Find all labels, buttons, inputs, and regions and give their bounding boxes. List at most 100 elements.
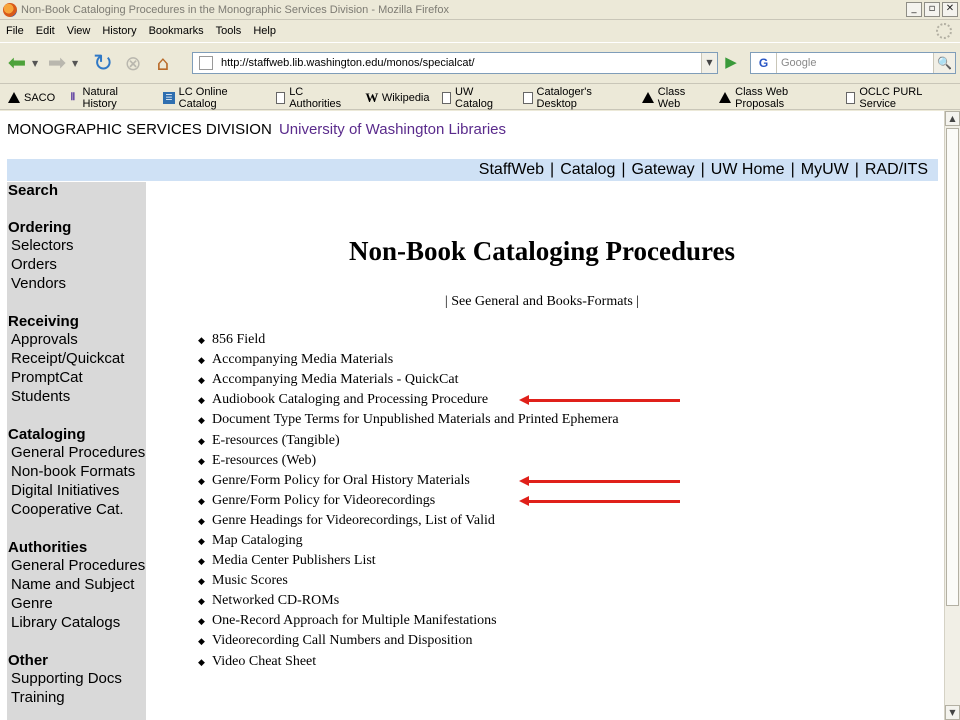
library-link[interactable]: University of Washington Libraries [279,121,506,138]
sidebar-heading-cataloging[interactable]: Cataloging [7,426,146,443]
bullet-icon: ◆ [198,395,205,406]
scrollbar-thumb[interactable] [946,128,959,606]
sidebar-item-approvals[interactable]: Approvals [7,330,146,349]
sidebar-group-search: Search [7,182,146,199]
topnav-link-staffweb[interactable]: StaffWeb [479,161,544,179]
bookmark-label: LC Authorities [289,85,342,110]
home-icon[interactable]: ⌂ [148,48,178,78]
triangle-icon [719,92,732,104]
wikipedia-icon: W [365,89,379,105]
sidebar-item-training[interactable]: Training [7,688,146,707]
procedure-link-e-resources-web[interactable]: E-resources (Web) [212,451,316,471]
procedure-link-genre-headings-for-videorecordings-list-of-valid[interactable]: Genre Headings for Videorecordings, List… [212,511,495,531]
search-input[interactable]: Google [781,57,816,69]
vertical-scrollbar[interactable]: ▲ ▼ [944,111,960,720]
procedure-link-video-cheat-sheet[interactable]: Video Cheat Sheet [212,652,316,672]
sidebar-item-genre[interactable]: Genre [7,594,146,613]
bookmark-uw-catalog[interactable]: UW Catalog [441,86,511,110]
scroll-down-arrow-icon[interactable]: ▼ [945,705,960,720]
google-engine-icon[interactable]: G [751,53,777,73]
topnav-link-rad-its[interactable]: RAD/ITS [865,161,928,179]
search-magnifier-icon[interactable]: 🔍 [933,53,955,73]
bookmark-label: Class Web Proposals [735,85,789,110]
procedure-link-856-field[interactable]: 856 Field [212,330,265,350]
topnav-link-uw-home[interactable]: UW Home [711,161,785,179]
maximize-button[interactable]: ▫ [924,2,940,17]
menu-edit[interactable]: Edit [30,25,61,37]
sidebar-item-vendors[interactable]: Vendors [7,274,146,293]
bookmark-class-web[interactable]: Class Web [641,86,707,110]
forward-history-dropdown-icon[interactable]: ▼ [72,59,82,68]
procedure-link-e-resources-tangible[interactable]: E-resources (Tangible) [212,431,340,451]
topnav-link-myuw[interactable]: MyUW [801,161,849,179]
navigation-toolbar: ⬅ ▼ ➡ ▼ ↻ ⊗ ⌂ http://staffweb.lib.washin… [0,42,960,84]
sidebar-heading-receiving[interactable]: Receiving [7,313,146,330]
sidebar-heading-other[interactable]: Other [7,652,146,669]
topnav-link-gateway[interactable]: Gateway [632,161,695,179]
back-arrow-icon[interactable]: ⬅ [2,48,32,78]
sidebar-item-students[interactable]: Students [7,387,146,406]
search-box[interactable]: G Google 🔍 [750,52,956,74]
sidebar-heading-ordering[interactable]: Ordering [7,219,146,236]
bookmark-natural-history[interactable]: Ⅱ Natural History [67,86,151,110]
procedure-link-music-scores[interactable]: Music Scores [212,571,288,591]
page-icon [441,91,452,104]
page-icon [275,91,286,104]
sidebar-heading-authorities[interactable]: Authorities [7,539,146,556]
sidebar-item-promptcat[interactable]: PromptCat [7,368,146,387]
red-arrow-icon [519,395,680,406]
sidebar-item-orders[interactable]: Orders [7,255,146,274]
sidebar-group-ordering: Ordering Selectors Orders Vendors [7,219,146,293]
sidebar-item-general-procedures[interactable]: General Procedures [7,443,146,462]
sidebar-item-selectors[interactable]: Selectors [7,236,146,255]
sidebar-item-non-book-formats[interactable]: Non-book Formats [7,462,146,481]
procedure-link-genre-form-policy-for-oral-history-materials[interactable]: Genre/Form Policy for Oral History Mater… [212,471,470,491]
menu-bookmarks[interactable]: Bookmarks [143,25,210,37]
bookmark-saco[interactable]: SACO [8,92,55,104]
sidebar-item-cooperative-cat[interactable]: Cooperative Cat. [7,500,146,519]
menu-history[interactable]: History [96,25,142,37]
sidebar-item-library-catalogs[interactable]: Library Catalogs [7,613,146,632]
see-general-link[interactable]: | See General and Books-Formats | [146,294,938,310]
menu-file[interactable]: File [0,25,30,37]
back-history-dropdown-icon[interactable]: ▼ [32,59,42,68]
url-history-dropdown-icon[interactable]: ▼ [701,53,717,73]
url-bar[interactable]: http://staffweb.lib.washington.edu/monos… [192,52,718,74]
bullet-icon: ◆ [198,355,205,366]
menu-help[interactable]: Help [247,25,282,37]
forward-arrow-icon[interactable]: ➡ [42,48,72,78]
bookmark-lc-online-catalog[interactable]: ☰ LC Online Catalog [163,86,263,110]
reload-icon[interactable]: ↻ [88,48,118,78]
url-text[interactable]: http://staffweb.lib.washington.edu/monos… [221,57,475,69]
procedure-link-accompanying-media-materials[interactable]: Accompanying Media Materials [212,350,393,370]
procedure-link-one-record-approach-for-multiple-manifestations[interactable]: One-Record Approach for Multiple Manifes… [212,611,497,631]
minimize-button[interactable]: _ [906,2,922,17]
bookmark-cataloger-s-desktop[interactable]: Cataloger's Desktop [522,86,630,110]
go-arrow-icon[interactable]: ▶ [720,53,742,73]
bookmark-oclc-purl-service[interactable]: OCLC PURL Service [845,86,956,110]
menu-tools[interactable]: Tools [210,25,248,37]
procedure-link-media-center-publishers-list[interactable]: Media Center Publishers List [212,551,376,571]
bookmark-class-web-proposals[interactable]: Class Web Proposals [719,86,834,110]
procedure-item: ◆ Map Cataloging [198,531,619,551]
sidebar-item-general-procedures[interactable]: General Procedures [7,556,146,575]
sidebar-item-digital-initiatives[interactable]: Digital Initiatives [7,481,146,500]
bookmark-lc-authorities[interactable]: LC Authorities [275,85,354,110]
topnav-link-catalog[interactable]: Catalog [560,161,615,179]
sidebar-item-receipt-quickcat[interactable]: Receipt/Quickcat [7,349,146,368]
procedure-link-networked-cd-roms[interactable]: Networked CD-ROMs [212,591,339,611]
sidebar-item-name-and-subject[interactable]: Name and Subject [7,575,146,594]
bookmark-wikipedia[interactable]: W Wikipedia [365,89,429,105]
menu-view[interactable]: View [61,25,97,37]
procedure-link-document-type-terms-for-unpublished-materials-and-printed-ephemera[interactable]: Document Type Terms for Unpublished Mate… [212,410,619,430]
sidebar-item-supporting-docs[interactable]: Supporting Docs [7,669,146,688]
procedure-link-genre-form-policy-for-videorecordings[interactable]: Genre/Form Policy for Videorecordings [212,491,435,511]
close-button[interactable]: ✕ [942,2,958,17]
scroll-up-arrow-icon[interactable]: ▲ [945,111,960,126]
sidebar-heading-search[interactable]: Search [7,182,146,199]
procedure-link-accompanying-media-materials-quickcat[interactable]: Accompanying Media Materials - QuickCat [212,370,458,390]
stop-icon[interactable]: ⊗ [118,48,148,78]
procedure-link-audiobook-cataloging-and-processing-procedure[interactable]: Audiobook Cataloging and Processing Proc… [212,390,488,410]
procedure-link-videorecording-call-numbers-and-disposition[interactable]: Videorecording Call Numbers and Disposit… [212,631,472,651]
procedure-link-map-cataloging[interactable]: Map Cataloging [212,531,303,551]
